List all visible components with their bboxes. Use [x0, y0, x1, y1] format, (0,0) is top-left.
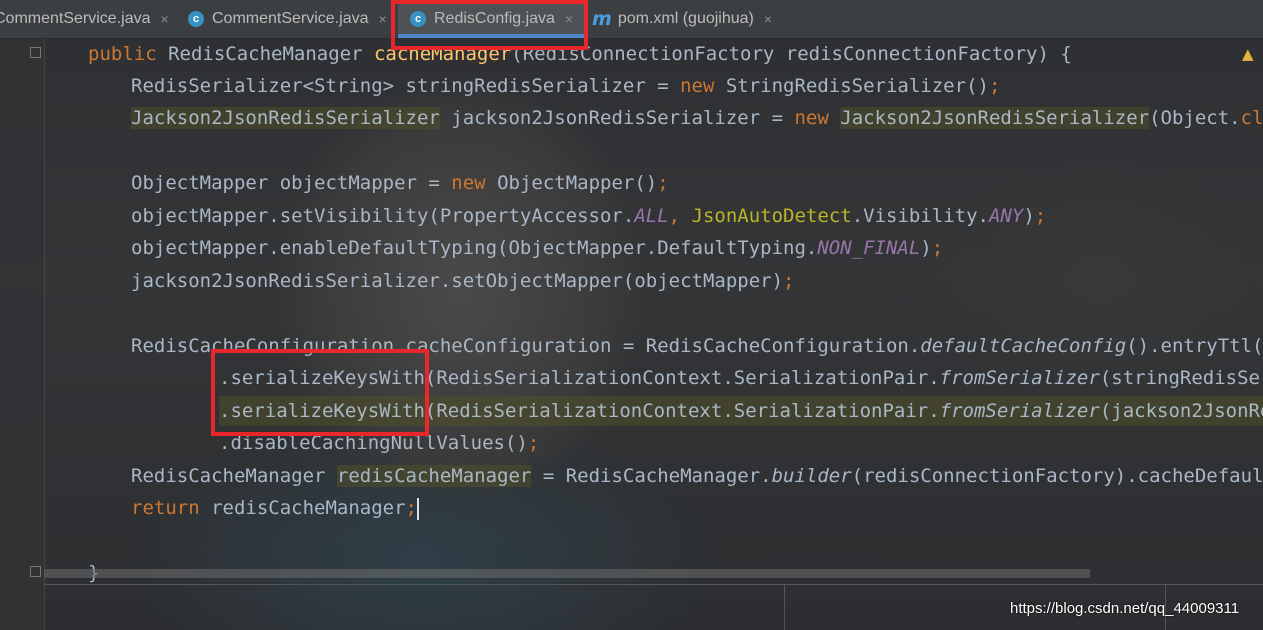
code-line: jackson2JsonRedisSerializer.setObjectMap… [131, 270, 795, 292]
close-icon[interactable]: × [764, 11, 772, 27]
text-cursor [417, 497, 419, 520]
warning-icon[interactable]: ▲ [1242, 45, 1254, 63]
annotation-box-tab [391, 0, 588, 50]
tab-label: CommentService.java [0, 10, 151, 27]
class-c-icon: c [188, 11, 204, 27]
watermark-text: https://blog.csdn.net/qq_44009311 [1010, 600, 1240, 617]
tab-label: CommentService.java [212, 10, 369, 27]
code-line: RedisSerializer<String> stringRedisSeria… [131, 75, 1001, 97]
divider [784, 584, 785, 630]
tab-pom-xml[interactable]: m pom.xml (guojihua) × [592, 0, 772, 38]
fold-marker-icon[interactable] [30, 566, 41, 577]
fold-marker-icon[interactable] [30, 47, 41, 58]
code-line: Jackson2JsonRedisSerializer jackson2Json… [131, 107, 1263, 129]
tab-commentservice-2[interactable]: c CommentService.java × [188, 0, 387, 38]
close-icon[interactable]: × [161, 11, 169, 27]
annotation-box-serialize [211, 349, 429, 436]
horizontal-scrollbar[interactable] [44, 569, 1090, 578]
code-line: RedisCacheManager redisCacheManager = Re… [131, 465, 1263, 487]
tab-commentservice-1[interactable]: CommentService.java × [0, 0, 169, 38]
divider [44, 584, 1263, 585]
code-line: return redisCacheManager; [131, 497, 419, 520]
code-line: ObjectMapper objectMapper = new ObjectMa… [131, 172, 669, 194]
close-icon[interactable]: × [379, 11, 387, 27]
maven-m-icon: m [592, 8, 612, 30]
code-line: objectMapper.setVisibility(PropertyAcces… [131, 205, 1047, 227]
tab-label: pom.xml (guojihua) [617, 10, 754, 27]
editor-tab-bar: CommentService.java × c CommentService.j… [0, 0, 1263, 39]
line-gutter [0, 39, 45, 630]
code-editor[interactable]: ▲ public RedisCacheManager cacheManager(… [0, 39, 1263, 630]
code-line: objectMapper.enableDefaultTyping(ObjectM… [131, 237, 944, 259]
